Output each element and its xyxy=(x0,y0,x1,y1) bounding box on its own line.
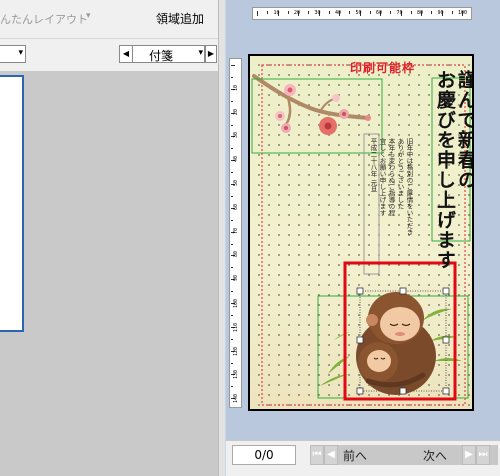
ruler-tick xyxy=(369,11,371,14)
message-line: 旧年中は格別のご厚情をいただき xyxy=(405,138,413,236)
message-text[interactable]: 旧年中は格別のご厚情をいただき ありがとうございました 本年も変わらぬご指導の程… xyxy=(368,138,413,268)
ruler-tick xyxy=(231,386,233,388)
prev-page-button[interactable]: 前へ xyxy=(343,447,367,464)
ruler-label: 50 xyxy=(355,10,362,16)
next-category-button[interactable]: ▶ xyxy=(205,45,217,63)
prev-page-icon[interactable]: ◀ xyxy=(324,445,338,465)
ruler-label: 70 xyxy=(396,10,403,16)
page-navigation-bar: 0/0 ⏮ ◀ 前へ 次へ ▶ ⏭ xyxy=(226,440,500,476)
postcard-canvas[interactable]: 印刷可能枠 謹んで新春の お慶びを申し上げます 旧年中は格別のご厚情をいただき … xyxy=(248,54,474,411)
next-page-button[interactable]: 次へ xyxy=(423,447,447,464)
template-list xyxy=(0,71,218,476)
ruler-label: 140 xyxy=(233,394,239,404)
message-line: 平成二十八年 元旦 xyxy=(369,138,377,193)
category-toolbar: ▾ ◀ 付箋 ▾ ▶ xyxy=(0,38,218,71)
vertical-ruler: 10 20 30 40 50 60 70 80 90 100 110 120 130 140 xyxy=(229,58,242,408)
prev-category-button[interactable]: ◀ xyxy=(119,45,133,63)
first-page-button[interactable]: ⏮ xyxy=(310,445,324,465)
ruler-label: 30 xyxy=(233,132,239,139)
next-page-icon[interactable]: ▶ xyxy=(462,445,476,465)
easy-layout-button[interactable]: んたんレイアウト xyxy=(0,11,88,27)
ruler-tick xyxy=(410,11,412,14)
chevron-down-icon: ▾ xyxy=(18,48,23,58)
message-line: ありがとうございました xyxy=(396,138,404,210)
chevron-down-icon: ▾ xyxy=(198,48,203,58)
greeting-line: 謹んで新春の xyxy=(455,70,474,190)
message-line: 宜しくお願い申し上げます xyxy=(378,138,386,216)
add-region-button[interactable]: 領域追加 xyxy=(156,10,204,27)
last-page-button[interactable]: ⏭ xyxy=(476,445,490,465)
ruler-label: 40 xyxy=(233,156,239,163)
ruler-label: 70 xyxy=(233,227,239,234)
ruler-tick xyxy=(231,65,235,66)
ruler-label: 60 xyxy=(233,203,239,210)
ruler-tick xyxy=(328,11,330,14)
layout-dropdown-icon[interactable]: ▾ xyxy=(86,11,91,21)
monkey-illustration xyxy=(356,292,436,395)
ruler-tick xyxy=(287,11,289,14)
ruler-tick xyxy=(231,100,233,102)
ruler-tick xyxy=(231,267,233,269)
plum-blossom-illustration xyxy=(252,74,371,135)
ruler-tick xyxy=(231,291,233,293)
ruler-label: 110 xyxy=(233,322,239,332)
greeting-text[interactable]: 謹んで新春の お慶びを申し上げます xyxy=(434,70,474,270)
category-value: 付箋 xyxy=(149,49,174,63)
ruler-label: 90 xyxy=(233,275,239,282)
ruler-tick xyxy=(308,11,310,14)
ruler-tick xyxy=(231,243,233,245)
page-counter: 0/0 xyxy=(232,445,296,465)
ruler-tick xyxy=(451,11,453,14)
ruler-label: 10 xyxy=(273,10,280,16)
ruler-tick xyxy=(231,314,233,316)
pane-splitter[interactable] xyxy=(218,0,226,476)
style-select[interactable]: ▾ xyxy=(0,45,26,63)
ruler-tick xyxy=(349,11,351,14)
ruler-label: 100 xyxy=(233,299,239,309)
ruler-label: 80 xyxy=(233,251,239,258)
ruler-tick xyxy=(231,148,233,150)
ruler-tick xyxy=(231,219,233,221)
message-line: 本年も変わらぬご指導の程 xyxy=(387,138,395,216)
ruler-tick xyxy=(231,172,233,174)
top-toolbar: んたんレイアウト ▾ 領域追加 xyxy=(0,0,218,38)
ruler-label: 130 xyxy=(233,370,239,380)
ruler-tick xyxy=(231,362,233,364)
navigation-buttons: ⏮ ◀ 前へ 次へ ▶ ⏭ xyxy=(310,445,498,465)
ruler-label: 50 xyxy=(233,180,239,187)
ruler-label: 20 xyxy=(294,10,301,16)
template-thumbnail[interactable] xyxy=(0,75,24,332)
greeting-line: お慶びを申し上げます xyxy=(434,70,456,270)
ruler-tick xyxy=(231,338,233,340)
category-select[interactable]: 付箋 ▾ xyxy=(133,45,205,63)
ruler-tick xyxy=(390,11,392,14)
ruler-label: 100 xyxy=(458,10,468,16)
ruler-tick xyxy=(257,11,258,16)
ruler-tick xyxy=(231,124,233,126)
ruler-label: 120 xyxy=(233,346,239,356)
horizontal-ruler: 10 20 30 40 50 60 70 80 90 100 xyxy=(252,7,472,20)
ruler-label: 10 xyxy=(233,84,239,91)
print-area-label: 印刷可能枠 xyxy=(350,61,416,75)
ruler-tick xyxy=(431,11,433,14)
ruler-label: 30 xyxy=(314,10,321,16)
ruler-tick xyxy=(231,76,233,78)
ruler-label: 80 xyxy=(417,10,424,16)
ruler-label: 90 xyxy=(437,10,444,16)
ruler-tick xyxy=(231,195,233,197)
ruler-tick xyxy=(267,11,269,14)
ruler-label: 40 xyxy=(335,10,342,16)
ruler-label: 60 xyxy=(376,10,383,16)
ruler-label: 20 xyxy=(233,108,239,115)
